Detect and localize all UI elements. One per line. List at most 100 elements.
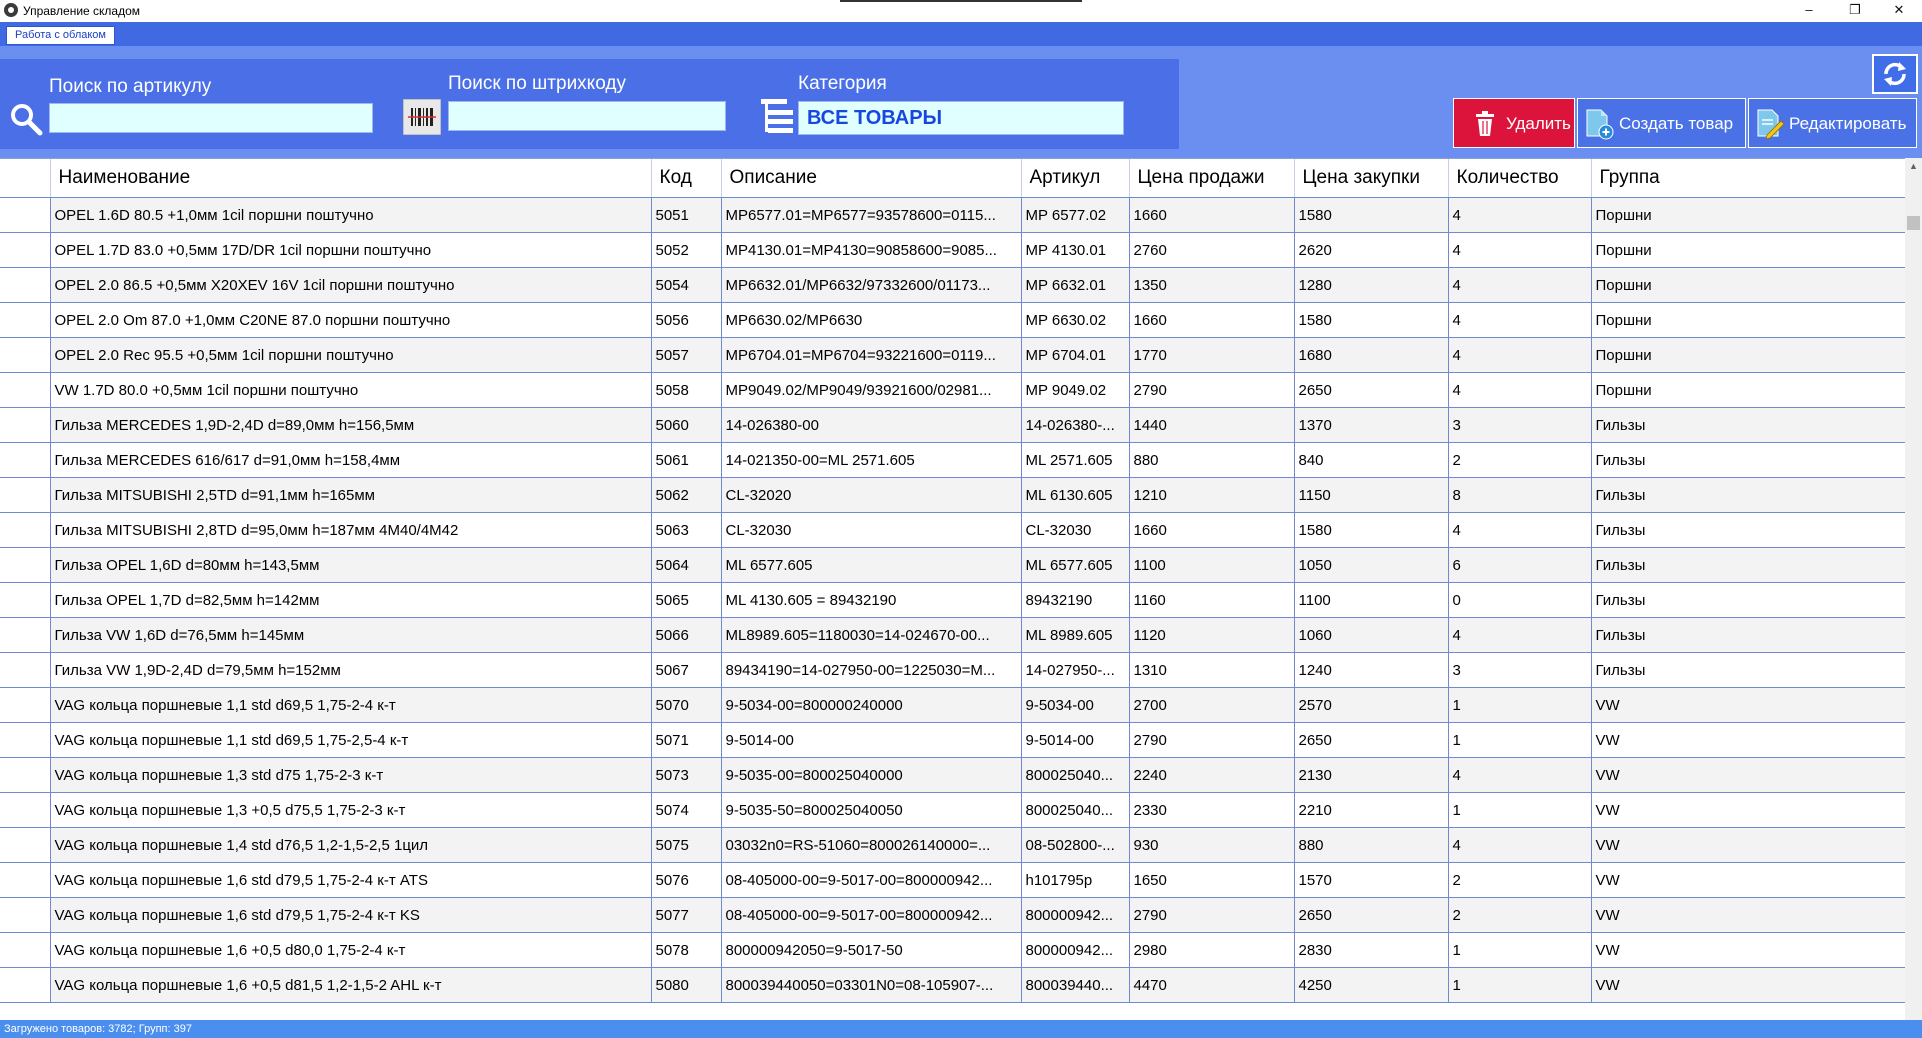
table-row[interactable]: OPEL 2.0 86.5 +0,5мм X20XEV 16V 1cil пор… (0, 267, 1906, 303)
row-header-cell[interactable] (0, 197, 51, 233)
cell-name[interactable]: VAG кольца поршневые 1,6 +0,5 d81,5 1,2-… (50, 967, 652, 1003)
cell-purchase-price[interactable]: 2210 (1294, 792, 1449, 828)
cell-article[interactable]: 800039440... (1021, 967, 1130, 1003)
cell-article[interactable]: 14-026380-... (1021, 407, 1130, 443)
row-header-cell[interactable] (0, 232, 51, 268)
cell-name[interactable]: Гильза OPEL 1,6D d=80мм h=143,5мм (50, 547, 652, 583)
row-header-cell[interactable] (0, 897, 51, 933)
table-row[interactable]: VAG кольца поршневые 1,1 std d69,5 1,75-… (0, 722, 1906, 758)
cell-purchase-price[interactable]: 840 (1294, 442, 1449, 478)
cell-description[interactable]: 08-405000-00=9-5017-00=800000942... (721, 897, 1022, 933)
cell-name[interactable]: Гильза MITSUBISHI 2,8TD d=95,0мм h=187мм… (50, 512, 652, 548)
cell-group[interactable]: Поршни (1591, 232, 1906, 268)
cell-group[interactable]: Гильзы (1591, 582, 1906, 618)
cell-quantity[interactable]: 4 (1448, 827, 1592, 863)
cell-quantity[interactable]: 4 (1448, 372, 1592, 408)
close-button[interactable]: ✕ (1876, 0, 1922, 22)
cell-description[interactable]: MP6577.01=MP6577=93578600=0115... (721, 197, 1022, 233)
cell-code[interactable]: 5078 (651, 932, 722, 968)
cell-description[interactable]: 800000942050=9-5017-50 (721, 932, 1022, 968)
cell-sale-price[interactable]: 1350 (1129, 267, 1295, 303)
cell-sale-price[interactable]: 2980 (1129, 932, 1295, 968)
cell-purchase-price[interactable]: 1580 (1294, 302, 1449, 338)
cell-description[interactable]: 14-026380-00 (721, 407, 1022, 443)
cell-code[interactable]: 5076 (651, 862, 722, 898)
cell-purchase-price[interactable]: 2650 (1294, 722, 1449, 758)
table-row[interactable]: OPEL 2.0 Om 87.0 +1,0мм C20NE 87.0 поршн… (0, 302, 1906, 338)
cell-sale-price[interactable]: 880 (1129, 442, 1295, 478)
column-header-quantity[interactable]: Количество (1448, 159, 1592, 198)
cell-purchase-price[interactable]: 1150 (1294, 477, 1449, 513)
cell-purchase-price[interactable]: 1280 (1294, 267, 1449, 303)
cell-name[interactable]: VAG кольца поршневые 1,1 std d69,5 1,75-… (50, 687, 652, 723)
table-row[interactable]: OPEL 1.7D 83.0 +0,5мм 17D/DR 1cil поршни… (0, 232, 1906, 268)
cell-name[interactable]: VW 1.7D 80.0 +0,5мм 1cil поршни поштучно (50, 372, 652, 408)
cell-code[interactable]: 5056 (651, 302, 722, 338)
cell-description[interactable]: MP6704.01=MP6704=93221600=0119... (721, 337, 1022, 373)
cell-quantity[interactable]: 4 (1448, 197, 1592, 233)
cell-purchase-price[interactable]: 2620 (1294, 232, 1449, 268)
cell-description[interactable]: 89434190=14-027950-00=1225030=M... (721, 652, 1022, 688)
cell-article[interactable]: CL-32030 (1021, 512, 1130, 548)
table-row[interactable]: VAG кольца поршневые 1,3 +0,5 d75,5 1,75… (0, 792, 1906, 828)
table-row[interactable]: VAG кольца поршневые 1,6 std d79,5 1,75-… (0, 897, 1906, 933)
cell-quantity[interactable]: 3 (1448, 652, 1592, 688)
cell-article[interactable]: 89432190 (1021, 582, 1130, 618)
cloud-tab[interactable]: Работа с облаком (6, 26, 115, 45)
column-header-code[interactable]: Код (651, 159, 722, 198)
cell-purchase-price[interactable]: 1060 (1294, 617, 1449, 653)
cell-group[interactable]: VW (1591, 827, 1906, 863)
cell-purchase-price[interactable]: 2650 (1294, 372, 1449, 408)
cell-article[interactable]: ML 6577.605 (1021, 547, 1130, 583)
cell-group[interactable]: VW (1591, 757, 1906, 793)
cell-article[interactable]: 08-502800-... (1021, 827, 1130, 863)
row-header-cell[interactable] (0, 407, 51, 443)
cell-name[interactable]: VAG кольца поршневые 1,6 std d79,5 1,75-… (50, 897, 652, 933)
cell-description[interactable]: ML 6577.605 (721, 547, 1022, 583)
table-row[interactable]: Гильза VW 1,9D-2,4D d=79,5мм h=152мм 5067… (0, 652, 1906, 688)
row-header-cell[interactable] (0, 582, 51, 618)
cell-quantity[interactable]: 4 (1448, 757, 1592, 793)
cell-quantity[interactable]: 8 (1448, 477, 1592, 513)
cell-group[interactable]: Гильзы (1591, 652, 1906, 688)
cell-description[interactable]: 14-021350-00=ML 2571.605 (721, 442, 1022, 478)
cell-description[interactable]: ML 4130.605 = 89432190 (721, 582, 1022, 618)
cell-code[interactable]: 5073 (651, 757, 722, 793)
cell-group[interactable]: Поршни (1591, 302, 1906, 338)
cell-quantity[interactable]: 4 (1448, 232, 1592, 268)
cell-article[interactable]: 9-5034-00 (1021, 687, 1130, 723)
cell-purchase-price[interactable]: 2650 (1294, 897, 1449, 933)
cell-quantity[interactable]: 1 (1448, 932, 1592, 968)
cell-description[interactable]: 03032n0=RS-51060=800026140000=... (721, 827, 1022, 863)
cell-article[interactable]: MP 6632.01 (1021, 267, 1130, 303)
cell-name[interactable]: OPEL 1.7D 83.0 +0,5мм 17D/DR 1cil поршни… (50, 232, 652, 268)
cell-sale-price[interactable]: 1440 (1129, 407, 1295, 443)
cell-sale-price[interactable]: 1660 (1129, 197, 1295, 233)
cell-quantity[interactable]: 4 (1448, 267, 1592, 303)
cell-description[interactable]: 08-405000-00=9-5017-00=800000942... (721, 862, 1022, 898)
cell-sale-price[interactable]: 2760 (1129, 232, 1295, 268)
cell-code[interactable]: 5064 (651, 547, 722, 583)
cell-group[interactable]: VW (1591, 897, 1906, 933)
cell-article[interactable]: ML 8989.605 (1021, 617, 1130, 653)
row-header-cell[interactable] (0, 757, 51, 793)
table-row[interactable]: Гильза MITSUBISHI 2,8TD d=95,0мм h=187мм… (0, 512, 1906, 548)
cell-article[interactable]: 800000942... (1021, 932, 1130, 968)
cell-group[interactable]: Поршни (1591, 267, 1906, 303)
row-header-cell[interactable] (0, 687, 51, 723)
cell-code[interactable]: 5060 (651, 407, 722, 443)
cell-sale-price[interactable]: 2330 (1129, 792, 1295, 828)
cell-code[interactable]: 5057 (651, 337, 722, 373)
cell-purchase-price[interactable]: 2570 (1294, 687, 1449, 723)
cell-quantity[interactable]: 2 (1448, 862, 1592, 898)
row-header-cell[interactable] (0, 617, 51, 653)
cell-code[interactable]: 5052 (651, 232, 722, 268)
cell-purchase-price[interactable]: 880 (1294, 827, 1449, 863)
cell-article[interactable]: h101795p (1021, 862, 1130, 898)
cell-sale-price[interactable]: 2790 (1129, 372, 1295, 408)
cell-name[interactable]: OPEL 1.6D 80.5 +1,0мм 1cil поршни поштуч… (50, 197, 652, 233)
cell-code[interactable]: 5054 (651, 267, 722, 303)
table-row[interactable]: Гильза MITSUBISHI 2,5TD d=91,1мм h=165мм… (0, 477, 1906, 513)
cell-code[interactable]: 5062 (651, 477, 722, 513)
cell-name[interactable]: VAG кольца поршневые 1,6 std d79,5 1,75-… (50, 862, 652, 898)
